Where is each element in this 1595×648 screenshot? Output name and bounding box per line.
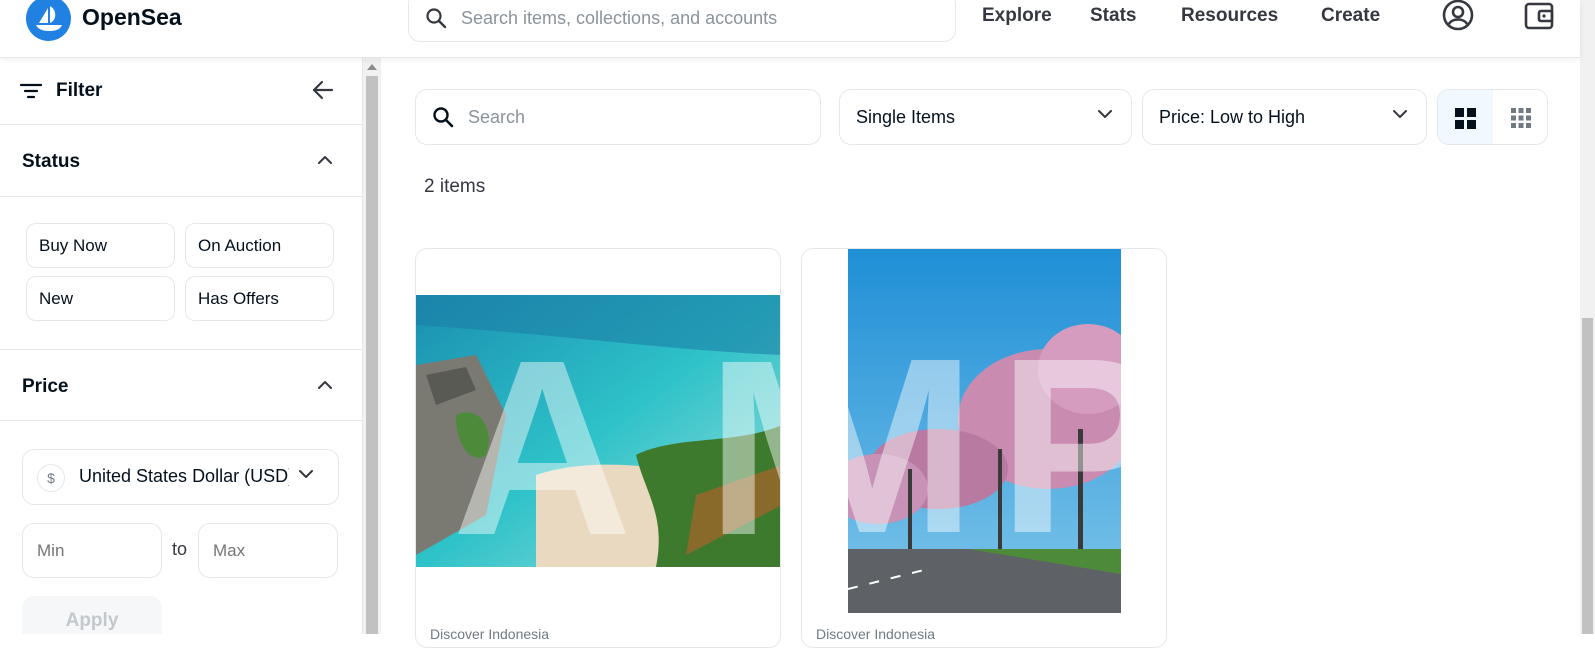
- price-section-header[interactable]: Price: [0, 349, 362, 421]
- price-min-input[interactable]: [22, 523, 162, 578]
- dollar-icon: $: [37, 464, 65, 492]
- chevron-down-icon: [1393, 110, 1407, 118]
- currency-select[interactable]: $ United States Dollar (USD): [22, 449, 339, 505]
- chevron-down-icon: [299, 470, 313, 478]
- status-new-button[interactable]: New: [26, 276, 175, 321]
- sidebar-scrollbar-thumb[interactable]: [366, 76, 378, 634]
- status-on-auction-button[interactable]: On Auction: [185, 223, 334, 268]
- global-search[interactable]: [408, 0, 956, 42]
- filter-icon: [20, 83, 42, 99]
- filter-label: Filter: [56, 80, 103, 101]
- filter-sidebar: Filter Status Buy Now On Auction New Has…: [0, 58, 363, 634]
- page-scrollbar[interactable]: [1580, 0, 1595, 634]
- nft-card[interactable]: A M Discover Indonesia: [415, 248, 781, 648]
- price-max-input[interactable]: [198, 523, 338, 578]
- card-image-trees[interactable]: M P: [848, 249, 1121, 613]
- page-scrollbar-thumb[interactable]: [1582, 318, 1593, 634]
- filter-header[interactable]: Filter: [0, 58, 362, 125]
- status-title: Status: [22, 151, 81, 172]
- search-icon: [433, 107, 454, 128]
- small-grid-view-button[interactable]: [1493, 90, 1547, 144]
- watermark-letter: M: [706, 323, 780, 568]
- item-type-dropdown[interactable]: Single Items: [839, 89, 1132, 145]
- status-has-offers-button[interactable]: Has Offers: [185, 276, 334, 321]
- status-buy-now-button[interactable]: Buy Now: [26, 223, 175, 268]
- watermark-letter: M: [848, 321, 976, 571]
- brand-name[interactable]: OpenSea: [82, 4, 182, 31]
- account-icon[interactable]: [1441, 0, 1475, 32]
- search-icon: [426, 8, 447, 29]
- arrow-left-icon[interactable]: [312, 80, 334, 100]
- global-search-input[interactable]: [461, 5, 931, 31]
- watermark-letter: A: [452, 308, 633, 568]
- card-collection-name[interactable]: Discover Indonesia: [430, 626, 549, 642]
- status-section-header[interactable]: Status: [0, 125, 362, 197]
- chevron-down-icon: [1098, 110, 1112, 118]
- apply-button[interactable]: Apply: [22, 596, 162, 634]
- small-grid-icon: [1511, 108, 1531, 128]
- currency-value: United States Dollar (USD): [79, 466, 289, 486]
- price-to-label: to: [172, 539, 188, 559]
- sort-dropdown[interactable]: Price: Low to High: [1142, 89, 1427, 145]
- top-navbar: OpenSea Explore Stats Resources Create: [0, 0, 1580, 58]
- view-toggle: [1437, 89, 1548, 145]
- item-count: 2 items: [424, 176, 486, 197]
- sort-value: Price: Low to High: [1159, 107, 1306, 127]
- large-grid-icon: [1455, 108, 1476, 129]
- card-image-beach[interactable]: A M: [416, 295, 780, 568]
- collection-search-input[interactable]: [468, 104, 798, 130]
- nav-stats[interactable]: Stats: [1090, 5, 1136, 27]
- opensea-logo-icon[interactable]: [26, 0, 71, 41]
- nav-explore[interactable]: Explore: [982, 5, 1052, 27]
- wallet-icon[interactable]: [1522, 0, 1556, 32]
- chevron-up-icon: [318, 156, 332, 164]
- card-collection-name[interactable]: Discover Indonesia: [816, 626, 935, 642]
- sidebar-scrollbar[interactable]: [363, 58, 381, 634]
- watermark-letter: P: [998, 321, 1121, 571]
- large-grid-view-button[interactable]: [1438, 90, 1493, 144]
- item-type-value: Single Items: [856, 107, 956, 127]
- price-title: Price: [22, 376, 69, 397]
- collection-search[interactable]: [415, 89, 821, 145]
- chevron-up-icon: [318, 381, 332, 389]
- scroll-up-arrow-icon[interactable]: [367, 64, 377, 70]
- nft-card[interactable]: M P Discover Indonesia: [801, 248, 1167, 648]
- nav-create[interactable]: Create: [1321, 5, 1380, 27]
- nav-resources[interactable]: Resources: [1181, 5, 1278, 27]
